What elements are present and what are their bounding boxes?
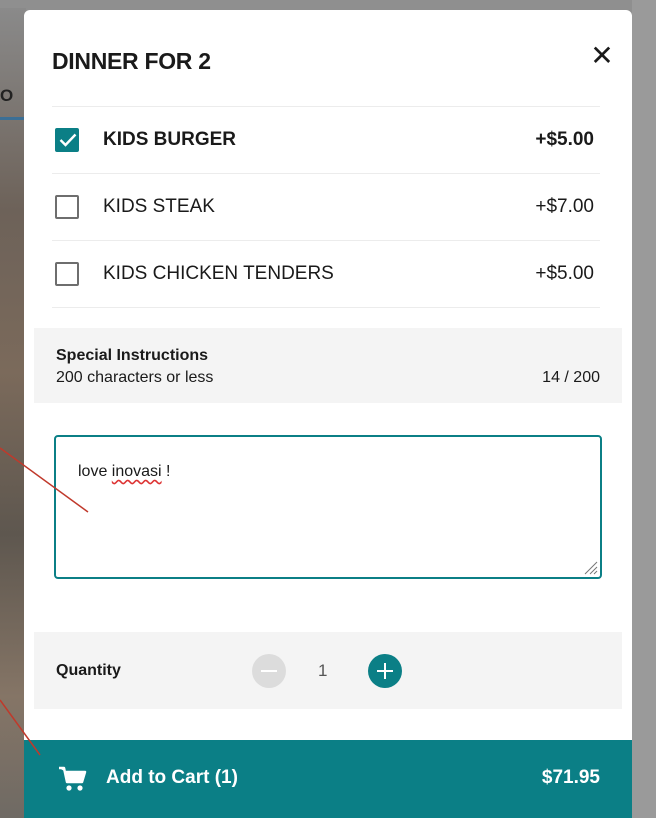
annotation-line-textarea (0, 447, 89, 513)
annotation-line-cart (0, 699, 41, 756)
annotation-lines (0, 447, 89, 756)
